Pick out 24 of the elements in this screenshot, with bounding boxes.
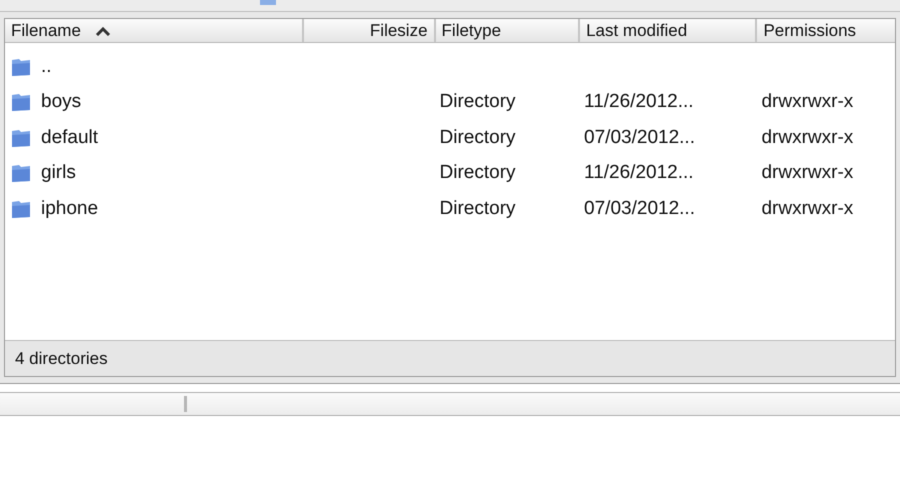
table-cell-text: Directory (440, 196, 516, 220)
column-header[interactable]: Filename (5, 19, 302, 42)
column-header[interactable]: Filesize (302, 19, 434, 42)
table-cell-text: drwxrwxr-x (761, 90, 854, 114)
table-cell-text: 07/03/2012... (584, 196, 695, 220)
sort-ascending-icon (94, 26, 111, 36)
column-header[interactable]: Last modified (578, 19, 756, 42)
table-cell-text: 11/26/2012... (584, 161, 694, 185)
status-text: 4 directories (15, 348, 108, 370)
table-cell-text: drwxrwxr-x (761, 196, 854, 220)
table-cell-text: Directory (440, 126, 516, 150)
column-header[interactable]: Filetype (434, 19, 578, 42)
file-name: iphone (41, 196, 98, 220)
table-cell-text: Directory (440, 161, 516, 185)
table-cell-text: drwxrwxr-x (761, 126, 854, 150)
file-name: default (41, 126, 98, 150)
file-name: girls (41, 161, 76, 185)
table-cell-text: drwxrwxr-x (761, 161, 854, 185)
file-name: boys (41, 90, 82, 114)
table-cell-text: 07/03/2012... (584, 126, 695, 150)
column-header[interactable]: Permissions (755, 19, 896, 42)
table-cell-text: 11/26/2012... (584, 90, 694, 114)
table-cell-text: Directory (440, 90, 516, 114)
file-name: .. (41, 54, 52, 78)
